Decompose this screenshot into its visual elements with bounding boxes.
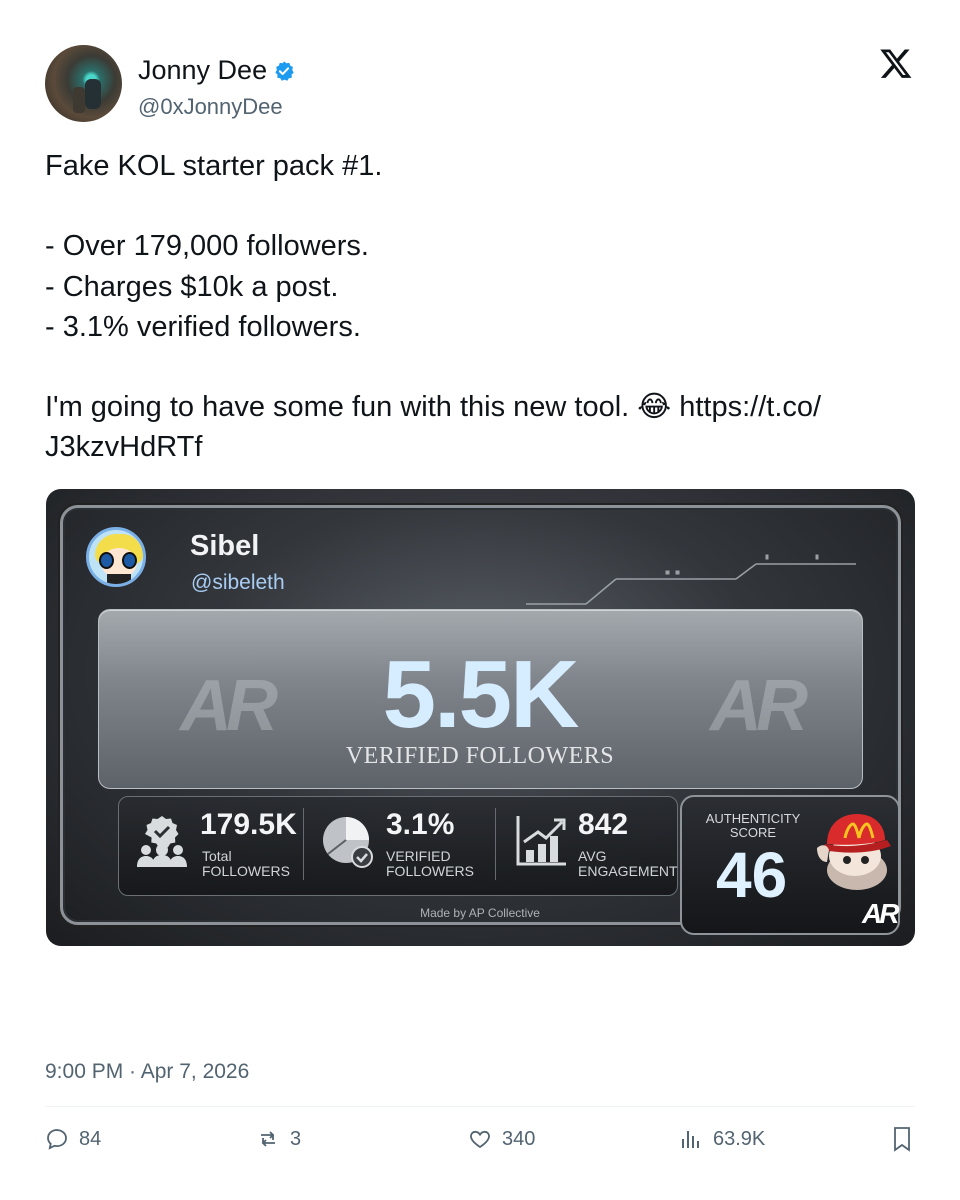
reply-button[interactable]: 84 bbox=[45, 1124, 101, 1154]
authenticity-score-label: AUTHENTICITY SCORE bbox=[695, 812, 811, 840]
reply-icon bbox=[47, 1129, 67, 1150]
tweet-line: Fake KOL starter pack #1. bbox=[45, 150, 383, 182]
stat-label-line: FOLLOWERS bbox=[202, 863, 290, 879]
authenticity-score-value: 46 bbox=[716, 839, 788, 911]
author-avatar[interactable] bbox=[45, 45, 122, 122]
stat-divider bbox=[303, 808, 304, 880]
x-logo-icon[interactable] bbox=[879, 46, 913, 80]
verified-followers-label: VERIFIED FOLLOWERS bbox=[345, 743, 615, 769]
ap-corner-logo: AR bbox=[862, 898, 899, 929]
stat-divider bbox=[495, 808, 496, 880]
bar-chart-up-icon bbox=[516, 816, 566, 866]
tweet-line: - 3.1% verified followers. bbox=[45, 310, 361, 343]
views-chart-icon bbox=[682, 1131, 699, 1148]
repost-icon bbox=[261, 1131, 275, 1147]
stat-label-line: VERIFIED bbox=[386, 848, 451, 864]
bookmark-icon[interactable] bbox=[890, 1126, 914, 1152]
tweet-line: - Over 179,000 followers. bbox=[45, 230, 369, 263]
action-divider bbox=[45, 1106, 915, 1107]
tweet-line-link[interactable]: J3kzvHdRTf bbox=[45, 427, 925, 467]
avg-engagement-label: AVG ENGAGEMENT bbox=[578, 849, 688, 879]
views-count: 63.9K bbox=[713, 1127, 766, 1150]
author-name-row: Jonny Dee bbox=[138, 55, 295, 86]
views-button[interactable]: 63.9K bbox=[679, 1124, 765, 1154]
repost-count: 3 bbox=[290, 1127, 302, 1150]
reply-count: 84 bbox=[79, 1127, 102, 1150]
like-button[interactable]: 340 bbox=[468, 1124, 535, 1154]
heart-icon bbox=[470, 1130, 490, 1149]
card-profile-handle: @sibeleth bbox=[191, 571, 285, 594]
stat-label-line: FOLLOWERS bbox=[386, 863, 474, 879]
tweet-line: - Charges $10k a post. bbox=[45, 270, 339, 303]
tweet-line-link[interactable]: I'm going to have some fun with this new… bbox=[45, 387, 925, 427]
tweet-line bbox=[45, 347, 925, 387]
repost-button[interactable]: 3 bbox=[256, 1124, 301, 1154]
tweet-timestamp[interactable]: 9:00 PM · Apr 7, 2026 bbox=[45, 1060, 249, 1084]
author-name[interactable]: Jonny Dee bbox=[138, 55, 267, 86]
tweet-text: Fake KOL starter pack #1. - Over 179,000… bbox=[45, 146, 925, 468]
tweet-line bbox=[45, 186, 925, 226]
total-followers-value: 179.5K bbox=[200, 808, 297, 841]
mascot-cap-character-icon bbox=[817, 814, 891, 890]
avg-engagement-value: 842 bbox=[578, 808, 629, 841]
total-followers-label: Total FOLLOWERS bbox=[202, 849, 312, 879]
stat-label-line: Total bbox=[202, 848, 232, 864]
pie-check-icon bbox=[323, 817, 373, 868]
stat-label-line: AVG bbox=[578, 848, 607, 864]
verified-followers-value: 5.5K bbox=[382, 641, 580, 748]
card-profile-name: Sibel bbox=[190, 530, 260, 562]
card-profile-avatar bbox=[86, 527, 146, 587]
like-count: 340 bbox=[502, 1127, 536, 1150]
stat-label-line: ENGAGEMENT bbox=[578, 863, 678, 879]
users-verified-icon bbox=[137, 816, 187, 867]
score-label-line: AUTHENTICITY bbox=[705, 811, 801, 826]
verified-percent-value: 3.1% bbox=[386, 808, 455, 841]
author-handle[interactable]: @0xJonnyDee bbox=[138, 94, 283, 120]
verified-percent-label: VERIFIED FOLLOWERS bbox=[386, 849, 496, 879]
verified-badge-icon bbox=[275, 60, 294, 81]
circuit-decoration bbox=[526, 554, 856, 605]
made-by-credit: Made by AP Collective bbox=[420, 906, 540, 920]
